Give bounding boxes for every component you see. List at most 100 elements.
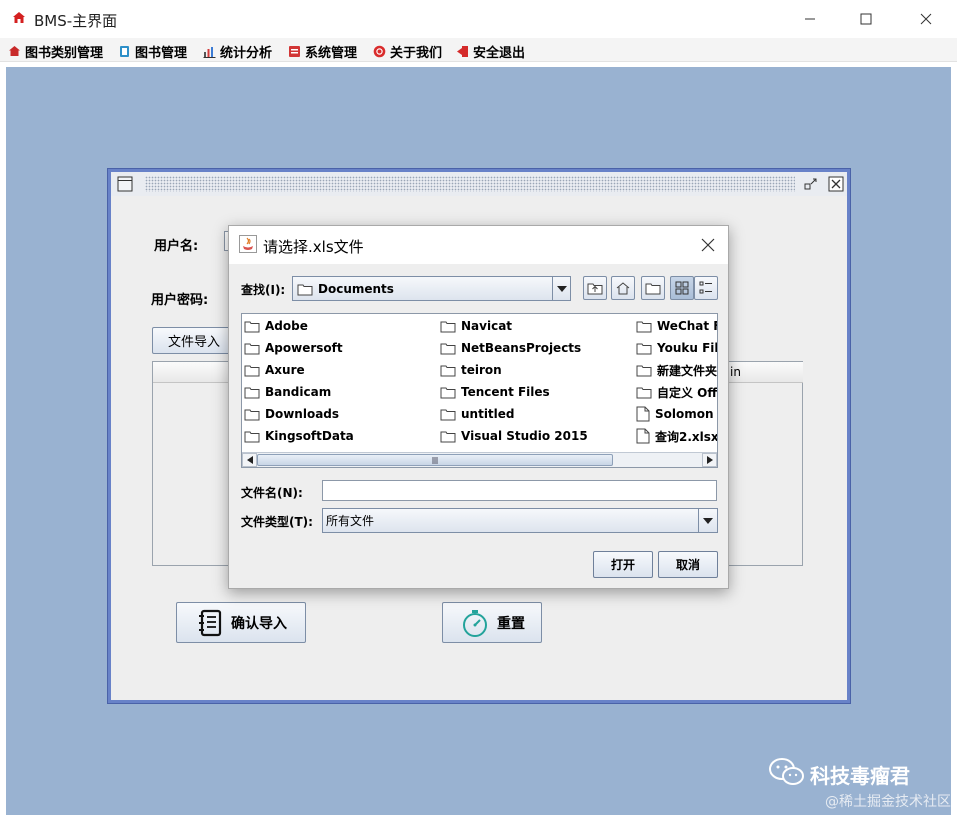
folder-item[interactable]: 新建文件夹: [636, 361, 717, 379]
file-import-label: 文件导入: [167, 335, 220, 350]
menubar: 图书类别管理 图书管理 统计分析 系统管理 关于我们 安全退出: [0, 38, 957, 62]
maximize-button[interactable]: [843, 0, 889, 38]
folder-up-icon: [587, 283, 603, 295]
file-import-button[interactable]: 文件导入: [152, 327, 236, 354]
folder-icon: [244, 341, 260, 355]
folder-icon: [244, 385, 260, 399]
folder-item[interactable]: WeChat Files: [636, 317, 717, 335]
menu-book-category[interactable]: 图书类别管理: [8, 41, 103, 61]
file-name: Solomon Ex: [655, 407, 717, 421]
window-title: BMS-主界面: [34, 12, 118, 30]
menu-label: 安全退出: [473, 45, 526, 61]
new-folder-icon: [645, 283, 661, 295]
lookin-combo[interactable]: Documents: [292, 276, 571, 301]
new-folder-button[interactable]: [641, 276, 665, 300]
dialog-title: 请选择.xls文件: [263, 238, 364, 256]
file-name: teiron: [461, 363, 502, 377]
folder-icon: [440, 429, 456, 443]
list-view-button[interactable]: [670, 276, 694, 300]
horizontal-scrollbar[interactable]: [242, 452, 717, 467]
folder-item[interactable]: teiron: [440, 361, 502, 379]
watermark-brand: 科技毒瘤君: [810, 764, 910, 788]
menu-about[interactable]: 关于我们: [373, 41, 442, 61]
folder-icon: [636, 385, 652, 399]
lookin-label: 查找(I):: [241, 283, 286, 297]
details-view-button[interactable]: [694, 276, 718, 300]
home-icon: [13, 12, 25, 23]
notebook-icon: [199, 609, 222, 636]
menu-system[interactable]: 系统管理: [288, 41, 357, 61]
file-name: Bandicam: [265, 385, 332, 399]
java-icon: [239, 235, 257, 253]
folder-item[interactable]: Axure: [244, 361, 305, 379]
file-name: Visual Studio 2015: [461, 429, 588, 443]
maximize-icon: [860, 13, 872, 25]
grid-view-icon: [675, 281, 689, 295]
close-button[interactable]: [903, 0, 949, 38]
about-icon: [373, 45, 386, 57]
folder-item[interactable]: Navicat: [440, 317, 512, 335]
menu-statistics[interactable]: 统计分析: [203, 41, 272, 61]
exit-icon: [457, 45, 468, 57]
folder-icon: [636, 363, 652, 377]
cancel-button[interactable]: 取消: [658, 551, 718, 578]
file-name: untitled: [461, 407, 515, 421]
internal-frame-titlebar[interactable]: [111, 172, 847, 196]
minimize-button[interactable]: [787, 0, 833, 38]
watermark-community: @稀土掘金技术社区: [825, 794, 951, 810]
filetype-combo[interactable]: 所有文件: [322, 508, 718, 533]
chart-icon: [203, 46, 216, 58]
folder-item[interactable]: NetBeansProjects: [440, 339, 581, 357]
folder-item[interactable]: 自定义 Office: [636, 383, 717, 401]
file-name: Youku Files: [657, 341, 717, 355]
folder-icon: [297, 284, 313, 295]
confirm-import-button[interactable]: 确认导入: [176, 602, 306, 643]
folder-icon: [244, 363, 260, 377]
details-view-icon: [699, 281, 712, 294]
menu-label: 统计分析: [220, 45, 273, 61]
folder-icon: [636, 319, 652, 333]
file-name: 查询2.xlsx: [655, 429, 718, 444]
menu-label: 图书类别管理: [25, 45, 104, 61]
folder-item[interactable]: Adobe: [244, 317, 308, 335]
folder-icon: [440, 363, 456, 377]
chevron-down-icon[interactable]: [698, 509, 717, 532]
dialog-close-icon[interactable]: [700, 237, 716, 253]
folder-icon: [440, 385, 456, 399]
menu-label: 系统管理: [305, 45, 358, 61]
scroll-thumb[interactable]: [257, 454, 613, 466]
folder-icon: [636, 341, 652, 355]
menu-label: 关于我们: [390, 45, 443, 61]
file-item[interactable]: Solomon Ex: [636, 405, 717, 423]
home-folder-icon: [616, 282, 630, 295]
folder-item[interactable]: Visual Studio 2015: [440, 427, 588, 445]
menu-label: 图书管理: [135, 45, 188, 61]
folder-item[interactable]: untitled: [440, 405, 515, 423]
folder-icon: [244, 319, 260, 333]
file-name: 新建文件夹: [657, 363, 718, 378]
frame-close-icon[interactable]: [828, 176, 844, 192]
folder-item[interactable]: Tencent Files: [440, 383, 550, 401]
home-button[interactable]: [611, 276, 635, 300]
file-item[interactable]: 查询2.xlsx: [636, 427, 718, 445]
restore-icon[interactable]: [803, 176, 819, 192]
folder-item[interactable]: Apowersoft: [244, 339, 343, 357]
folder-item[interactable]: KingsoftData: [244, 427, 354, 445]
menu-exit[interactable]: 安全退出: [456, 41, 525, 61]
frame-menu-icon[interactable]: [117, 176, 133, 192]
folder-icon: [440, 407, 456, 421]
password-label: 用户密码:: [151, 293, 209, 308]
folder-item[interactable]: Youku Files: [636, 339, 717, 357]
scroll-left-icon[interactable]: [242, 453, 257, 467]
scroll-right-icon[interactable]: [702, 453, 717, 467]
menu-book-manage[interactable]: 图书管理: [118, 41, 187, 61]
folder-item[interactable]: Bandicam: [244, 383, 331, 401]
folder-icon: [440, 341, 456, 355]
chevron-down-icon[interactable]: [552, 277, 570, 300]
up-one-level-button[interactable]: [583, 276, 607, 300]
titlebar-texture: [145, 176, 795, 192]
reset-button[interactable]: 重置: [442, 602, 542, 643]
filename-input[interactable]: [322, 480, 717, 501]
open-button[interactable]: 打开: [593, 551, 653, 578]
folder-item[interactable]: Downloads: [244, 405, 339, 423]
